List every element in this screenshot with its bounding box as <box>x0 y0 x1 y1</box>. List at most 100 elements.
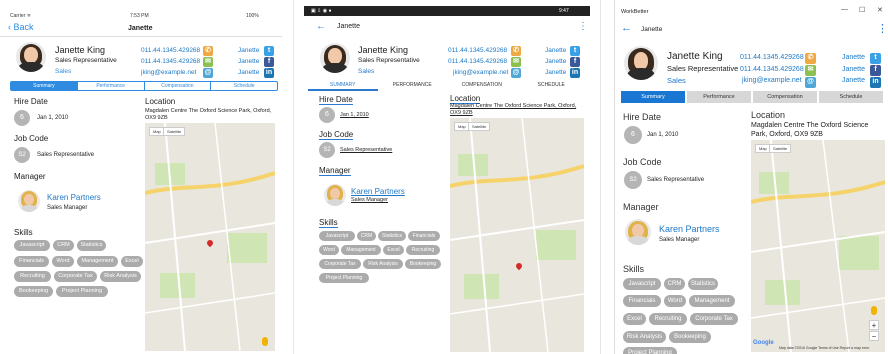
skill-chip: Risk Analysis <box>623 331 666 343</box>
map-type-satellite[interactable]: Satellite <box>468 122 491 131</box>
phone-link-2[interactable]: 011.44.1345.429268 <box>740 66 804 73</box>
segmented-tabs: Summary Performance Compensation Schedul… <box>10 81 278 91</box>
facebook-handle[interactable]: Janette <box>238 58 259 65</box>
facebook-icon[interactable]: f <box>264 57 274 67</box>
phone-icon[interactable]: ✆ <box>805 53 816 64</box>
facebook-handle[interactable]: Janette <box>842 66 865 73</box>
map-type-satellite[interactable]: Satellite <box>769 144 792 153</box>
profile-name: Janette King <box>55 45 106 55</box>
skill-chip: Bookeeping <box>669 331 711 343</box>
email-link[interactable]: jking@example.net <box>141 69 196 76</box>
tab-summary[interactable]: Summary <box>11 82 77 90</box>
close-button[interactable]: ✕ <box>877 6 883 14</box>
skill-chip: Statistics <box>77 240 106 251</box>
skill-chip: Financials <box>14 256 49 267</box>
minimize-button[interactable]: — <box>841 6 848 13</box>
message-icon[interactable]: ✉ <box>203 57 213 67</box>
manager-heading: Manager <box>319 166 351 176</box>
twitter-handle[interactable]: Janette <box>842 54 865 61</box>
status-carrier: Carrier ᯤ <box>10 13 32 19</box>
tab-performance[interactable]: PERFORMANCE <box>378 81 448 91</box>
tab-compensation[interactable]: Compensation <box>753 91 817 103</box>
message-icon[interactable]: ✉ <box>511 57 521 67</box>
profile-title: Sales Representative <box>667 64 739 73</box>
tab-performance[interactable]: Performance <box>687 91 751 103</box>
map-roads <box>751 140 885 352</box>
skill-chip: Statistics <box>378 231 406 241</box>
tab-compensation[interactable]: Compensation <box>143 82 211 90</box>
skill-chip: Financials <box>408 231 440 241</box>
map-view[interactable]: Map Satellite <box>145 123 275 351</box>
phone-link[interactable]: 011.44.1345.429268 <box>141 47 200 54</box>
manager-avatar <box>18 190 40 212</box>
nav-title: Janette <box>641 26 663 33</box>
maximize-button[interactable]: ☐ <box>859 6 865 14</box>
phone-link[interactable]: 011.44.1345.429268 <box>448 47 507 54</box>
tab-summary[interactable]: SUMMARY <box>308 81 378 91</box>
job-code-badge: S2 <box>319 142 335 158</box>
mail-icon[interactable]: @ <box>511 68 521 78</box>
more-vert-icon[interactable]: ⋮ <box>877 22 888 35</box>
twitter-icon[interactable]: t <box>870 53 881 64</box>
map-type-satellite[interactable]: Satellite <box>163 127 186 136</box>
tab-summary[interactable]: Summary <box>621 91 685 103</box>
map-view[interactable]: Map Satellite + − Google Map data ©2016 … <box>751 140 885 352</box>
back-button[interactable]: ‹ Back <box>8 22 34 32</box>
twitter-handle[interactable]: Janette <box>545 47 566 54</box>
phone-link[interactable]: 011.44.1345.429268 <box>740 54 804 61</box>
phone-link-2[interactable]: 011.44.1345.429268 <box>141 58 200 65</box>
linkedin-icon[interactable]: in <box>264 68 274 78</box>
zoom-out-button[interactable]: − <box>869 331 879 341</box>
tab-schedule[interactable]: Schedule <box>819 91 883 103</box>
email-link[interactable]: jking@example.net <box>742 77 802 84</box>
tab-schedule[interactable]: SCHEDULE <box>517 81 587 91</box>
linkedin-handle[interactable]: Janette <box>238 69 259 76</box>
linkedin-icon[interactable]: in <box>570 68 580 78</box>
tab-performance[interactable]: Performance <box>76 82 144 90</box>
linkedin-icon[interactable]: in <box>870 77 881 88</box>
profile-department: Sales <box>667 76 686 85</box>
facebook-icon[interactable]: f <box>570 57 580 67</box>
facebook-handle[interactable]: Janette <box>545 58 566 65</box>
nav-title: Janette <box>128 25 153 32</box>
manager-name[interactable]: Karen Partners <box>351 187 405 196</box>
manager-title: Sales Manager <box>351 197 388 203</box>
google-logo: Google <box>753 340 774 346</box>
skill-chip: Recruiting <box>649 313 687 325</box>
phone-icon[interactable]: ✆ <box>203 46 213 56</box>
tab-schedule[interactable]: Schedule <box>210 82 277 90</box>
phone-icon[interactable]: ✆ <box>511 46 521 56</box>
zoom-in-button[interactable]: + <box>869 320 879 330</box>
back-arrow-icon[interactable]: ← <box>316 21 326 32</box>
profile-department: Sales <box>55 68 72 75</box>
manager-name[interactable]: Karen Partners <box>47 193 101 202</box>
phone-link-2[interactable]: 011.44.1345.429268 <box>448 58 507 65</box>
message-icon[interactable]: ✉ <box>805 65 816 76</box>
twitter-icon[interactable]: t <box>264 46 274 56</box>
hire-date-value: Jan 1, 2010 <box>340 112 369 118</box>
linkedin-handle[interactable]: Janette <box>842 77 865 84</box>
back-arrow-icon[interactable]: ← <box>621 22 632 34</box>
map-attribution[interactable]: Map data ©2016 Google Terms of Use Repor… <box>779 346 869 350</box>
linkedin-handle[interactable]: Janette <box>545 69 566 76</box>
job-code-heading: Job Code <box>319 130 354 140</box>
profile-name: Janette King <box>667 51 723 62</box>
twitter-handle[interactable]: Janette <box>238 47 259 54</box>
twitter-icon[interactable]: t <box>570 46 580 56</box>
mail-icon[interactable]: @ <box>203 68 213 78</box>
facebook-icon[interactable]: f <box>870 65 881 76</box>
map-view[interactable]: Map Satellite <box>450 118 584 352</box>
tab-compensation[interactable]: COMPENSATION <box>447 81 517 91</box>
mail-icon[interactable]: @ <box>805 77 816 88</box>
status-time: 7:53 PM <box>130 13 149 19</box>
email-link[interactable]: jking@example.net <box>453 69 508 76</box>
panel-divider <box>293 0 294 354</box>
manager-name[interactable]: Karen Partners <box>659 224 720 234</box>
skill-chip: Word <box>319 245 339 255</box>
pegman-icon[interactable] <box>871 306 877 315</box>
hire-date-badge: 6 <box>624 126 642 144</box>
more-vert-icon[interactable]: ⋮ <box>578 21 588 32</box>
skills-heading: Skills <box>14 228 33 237</box>
pegman-icon[interactable] <box>262 337 268 346</box>
skill-chip: Risk Analysis <box>363 259 403 269</box>
